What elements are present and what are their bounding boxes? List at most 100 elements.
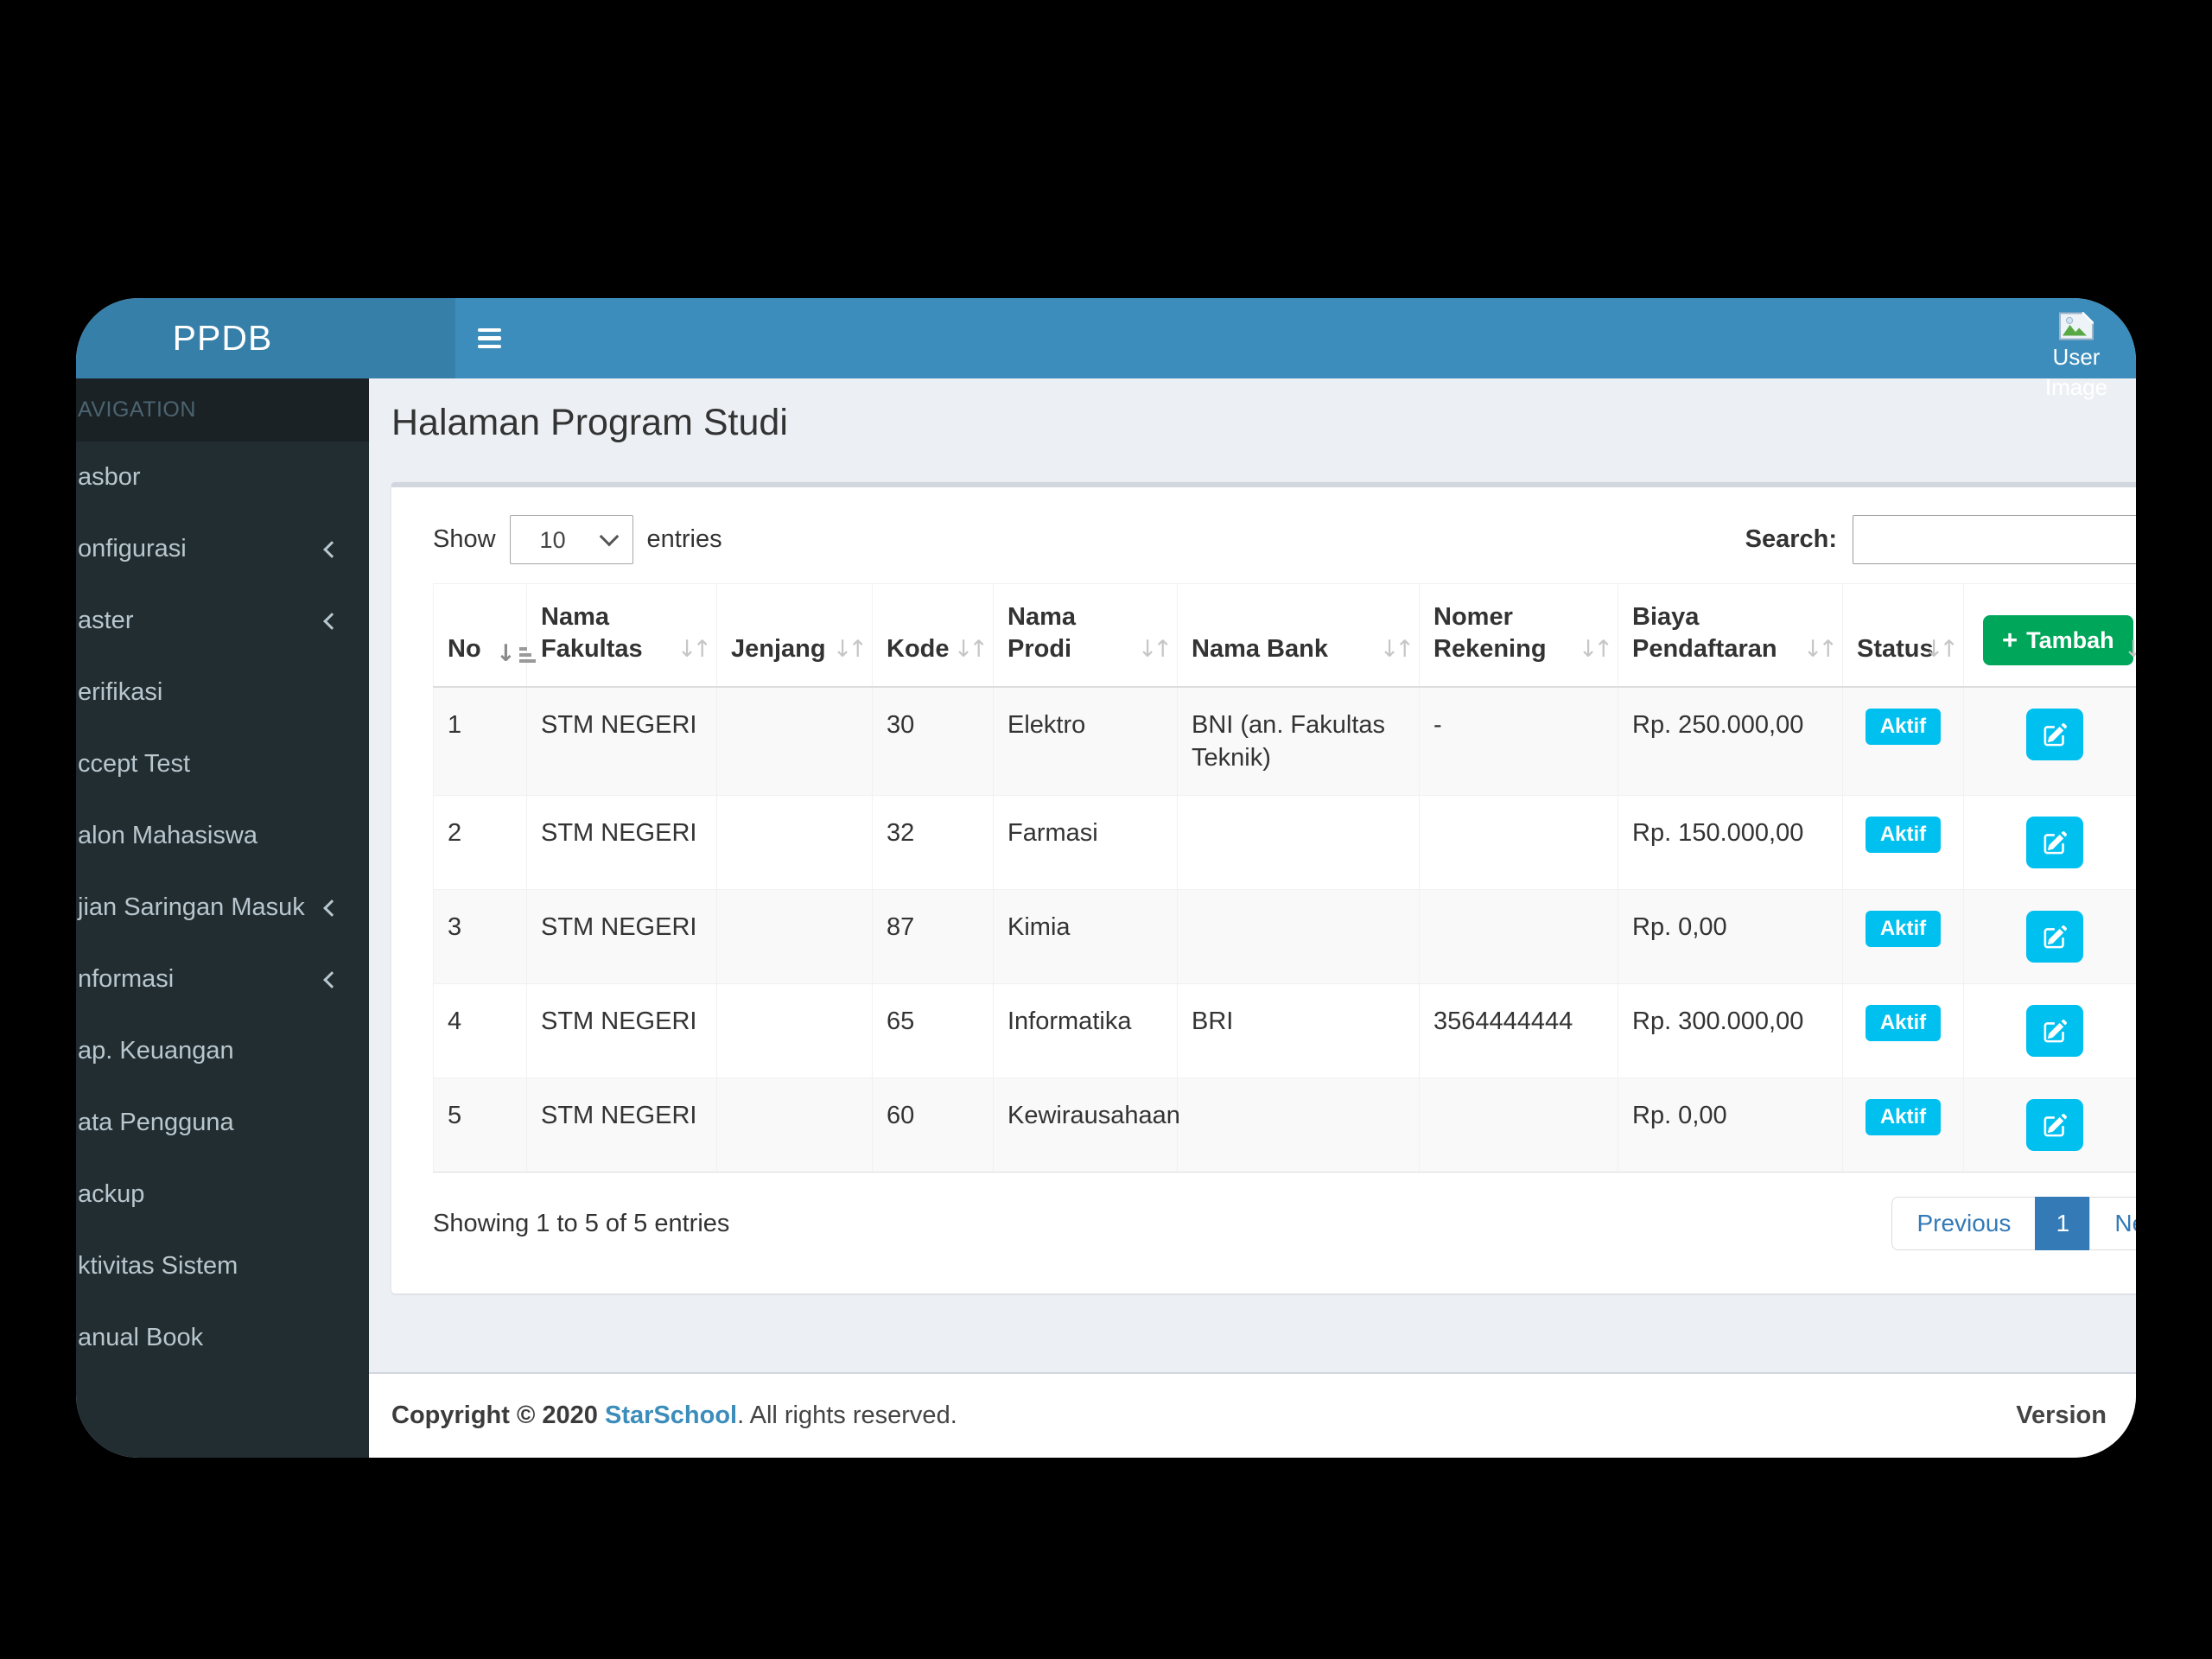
cell-status: Aktif — [1843, 1078, 1964, 1173]
edit-icon — [2042, 1112, 2069, 1139]
sidebar-item-label: ccept Test — [78, 750, 190, 779]
table-row: 2STM NEGERI32FarmasiRp. 150.000,00Aktif — [434, 796, 2137, 890]
sidebar-item-label: alon Mahasiswa — [78, 822, 257, 850]
search-input[interactable] — [1853, 515, 2136, 564]
sidebar-item-label: aster — [78, 607, 133, 635]
app-window: PPDB User Image AVIGATION asboro — [76, 298, 2136, 1458]
cell-biaya: Rp. 250.000,00 — [1618, 687, 1843, 796]
starschool-link[interactable]: StarSchool — [605, 1402, 737, 1429]
cell-fakultas: STM NEGERI — [527, 890, 717, 984]
column-label: Nomer Rekening — [1433, 603, 1547, 663]
table-row: 3STM NEGERI87KimiaRp. 0,00Aktif — [434, 890, 2137, 984]
version-text: Version — [2016, 1402, 2107, 1430]
edit-icon — [2042, 721, 2069, 748]
column-header-fakultas[interactable]: Nama Fakultas↓↑ — [527, 584, 717, 688]
column-label: Status — [1857, 635, 1934, 663]
column-header-prodi[interactable]: Nama Prodi↓↑ — [994, 584, 1178, 688]
cell-fakultas: STM NEGERI — [527, 984, 717, 1078]
top-bar: PPDB User Image — [76, 298, 2136, 378]
edit-button[interactable] — [2026, 1099, 2083, 1151]
status-badge: Aktif — [1866, 1099, 1941, 1135]
cell-prodi: Farmasi — [994, 796, 1178, 890]
page-title: Halaman Program Studi — [391, 401, 2136, 444]
sidebar-item-label: ap. Keuangan — [78, 1037, 234, 1065]
sidebar-item-ujian-saringan-masuk[interactable]: jian Saringan Masuk — [76, 872, 369, 944]
sidebar-item-label: ata Pengguna — [78, 1109, 234, 1137]
entries-label: entries — [647, 525, 722, 554]
column-header-bank[interactable]: Nama Bank↓↑ — [1178, 584, 1420, 688]
pagination-page-1-button[interactable]: 1 — [2035, 1197, 2090, 1250]
cell-biaya: Rp. 0,00 — [1618, 1078, 1843, 1173]
chevron-left-icon — [323, 613, 340, 630]
edit-button[interactable] — [2026, 709, 2083, 760]
cell-prodi: Kewirausahaan — [994, 1078, 1178, 1173]
user-menu[interactable]: User Image — [2039, 312, 2113, 403]
page-length-select-wrap: 10 — [510, 515, 633, 564]
content-area: Halaman Program Studi Show 10 entries — [369, 378, 2136, 1372]
column-header-action[interactable]: +Tambah↓↑ — [1964, 584, 2137, 688]
sidebar-item-label: jian Saringan Masuk — [78, 893, 305, 922]
column-header-jenjang[interactable]: Jenjang↓↑ — [717, 584, 873, 688]
column-header-biaya[interactable]: Biaya Pendaftaran ↓↑ — [1618, 584, 1843, 688]
sidebar-item-label: onfigurasi — [78, 535, 187, 563]
table-footer: Showing 1 to 5 of 5 entries Previous 1 N… — [433, 1197, 2136, 1250]
column-label: Jenjang — [731, 635, 826, 663]
sidebar-toggle-button[interactable] — [455, 298, 523, 378]
sidebar-item-konfigurasi[interactable]: onfigurasi — [76, 513, 369, 585]
cell-action — [1964, 1078, 2137, 1173]
status-badge: Aktif — [1866, 709, 1941, 745]
cell-no: 5 — [434, 1078, 527, 1173]
sort-icon: ↓↑ — [1803, 633, 1834, 665]
program-studi-table: No↓Nama Fakultas↓↑Jenjang↓↑Kode↓↑Nama Pr… — [433, 583, 2136, 1173]
sort-icon: ↓↑ — [1380, 633, 1410, 665]
edit-button[interactable] — [2026, 1005, 2083, 1057]
pagination-next-button[interactable]: Next — [2089, 1197, 2136, 1250]
status-badge: Aktif — [1866, 911, 1941, 947]
cell-rekening: 3564444444 — [1420, 984, 1618, 1078]
column-header-status[interactable]: Status↓↑ — [1843, 584, 1964, 688]
sidebar-item-accept-test[interactable]: ccept Test — [76, 728, 369, 800]
sidebar-item-calon-mahasiswa[interactable]: alon Mahasiswa — [76, 800, 369, 872]
cell-fakultas: STM NEGERI — [527, 796, 717, 890]
column-label: Nama Prodi — [1007, 603, 1076, 663]
cell-fakultas: STM NEGERI — [527, 687, 717, 796]
brand-logo[interactable]: PPDB — [76, 298, 455, 378]
cell-prodi: Kimia — [994, 890, 1178, 984]
add-button[interactable]: +Tambah — [1983, 615, 2133, 665]
cell-jenjang — [717, 796, 873, 890]
page-length-group: Show 10 entries — [433, 515, 722, 564]
sidebar-item-lap-keuangan[interactable]: ap. Keuangan — [76, 1015, 369, 1087]
column-label: Biaya Pendaftaran — [1632, 603, 1777, 663]
sidebar-item-aktivitas-sistem[interactable]: ktivitas Sistem — [76, 1230, 369, 1302]
page-length-select[interactable]: 10 — [510, 515, 633, 564]
edit-button[interactable] — [2026, 911, 2083, 963]
pagination-previous-button[interactable]: Previous — [1891, 1197, 2036, 1250]
sidebar-item-label: asbor — [78, 463, 141, 492]
sidebar-item-backup[interactable]: ackup — [76, 1159, 369, 1230]
sort-icon: ↓↑ — [2124, 633, 2136, 665]
cell-bank: BRI — [1178, 984, 1420, 1078]
sidebar-item-dasbor[interactable]: asbor — [76, 442, 369, 513]
edit-icon — [2042, 924, 2069, 950]
copyright-text: Copyright © 2020 StarSchool. All rights … — [391, 1402, 957, 1430]
column-header-no[interactable]: No↓ — [434, 584, 527, 688]
sidebar-section-header: AVIGATION — [76, 378, 369, 442]
edit-button[interactable] — [2026, 817, 2083, 868]
sidebar-item-manual-book[interactable]: anual Book — [76, 1302, 369, 1374]
pagination: Previous 1 Next — [1891, 1197, 2136, 1250]
sidebar-item-verifikasi[interactable]: erifikasi — [76, 657, 369, 728]
cell-bank: BNI (an. Fakultas Teknik) — [1178, 687, 1420, 796]
sidebar-item-master[interactable]: aster — [76, 585, 369, 657]
column-header-kode[interactable]: Kode↓↑ — [873, 584, 994, 688]
cell-bank — [1178, 1078, 1420, 1173]
column-label: No — [448, 635, 481, 663]
search-group: Search: — [1745, 515, 2136, 564]
sidebar-item-informasi[interactable]: nformasi — [76, 944, 369, 1015]
cell-kode: 60 — [873, 1078, 994, 1173]
sort-icon: ↓↑ — [1579, 633, 1609, 665]
column-header-rekening[interactable]: Nomer Rekening ↓↑ — [1420, 584, 1618, 688]
sidebar-item-data-pengguna[interactable]: ata Pengguna — [76, 1087, 369, 1159]
edit-icon — [2042, 1018, 2069, 1045]
copyright-bold: Copyright © 2020 — [391, 1402, 598, 1429]
cell-jenjang — [717, 1078, 873, 1173]
